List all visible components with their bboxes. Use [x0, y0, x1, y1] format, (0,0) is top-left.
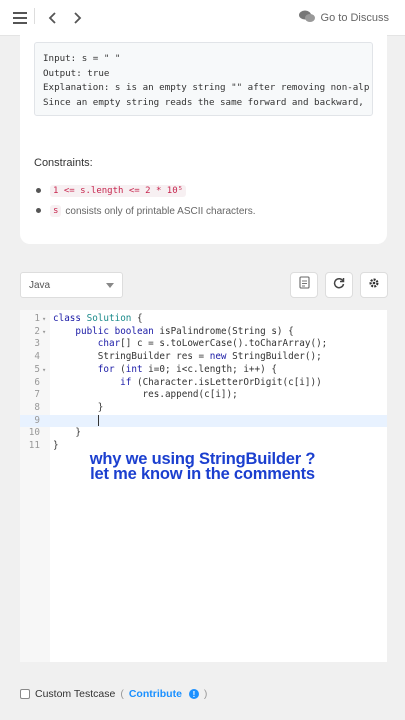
gear-icon [368, 276, 380, 294]
code-line-text: if (Character.isLetterOrDigit(c[i])) [120, 376, 322, 388]
constraint-text: consists only of printable ASCII charact… [65, 205, 256, 217]
reset-code-button[interactable] [325, 272, 353, 298]
constraints-title: Constraints: [34, 157, 93, 169]
go-to-discuss-label: Go to Discuss [320, 12, 389, 24]
code-line[interactable]: 8 } [20, 402, 387, 415]
code-line-text: StringBuilder res = new StringBuilder(); [53, 351, 322, 363]
custom-testcase-label: Custom Testcase [35, 688, 116, 700]
line-number: 9 [34, 414, 40, 426]
code-line-text: class Solution { [53, 313, 143, 324]
constraint-item: s consists only of printable ASCII chara… [36, 201, 256, 221]
fold-toggle-icon[interactable]: ▾ [42, 326, 46, 339]
code-line[interactable]: 7 res.append(c[i]); [20, 389, 387, 402]
problem-description-card: Input: s = " " Output: true Explanation:… [20, 24, 387, 244]
code-line-text: char[] c = s.toLowerCase().toCharArray()… [97, 338, 328, 350]
line-number: 5 [34, 363, 40, 375]
caret-down-icon [106, 283, 114, 288]
code-line[interactable]: 4 StringBuilder res = new StringBuilder(… [20, 351, 387, 364]
code-editor[interactable]: 1 ▾ class Solution {2 ▾ public boolean isPa… [20, 310, 387, 662]
line-number: 7 [34, 389, 40, 401]
document-icon [298, 276, 310, 294]
contribute-link[interactable]: Contribute [129, 688, 182, 700]
code-line-text: } [53, 427, 81, 439]
code-line[interactable]: 10 } [20, 427, 387, 440]
code-line-text [53, 414, 99, 428]
custom-testcase-row: Custom Testcase ( Contribute ! ) [20, 685, 207, 703]
example-line: Since an empty string reads the same for… [43, 96, 364, 108]
text-cursor [97, 414, 99, 426]
line-number: 2 [34, 325, 40, 337]
info-icon[interactable]: ! [188, 689, 199, 699]
code-line[interactable]: 1 ▾ class Solution { [20, 313, 387, 326]
line-number: 8 [34, 401, 40, 413]
refresh-icon [333, 276, 345, 294]
language-select-value: Java [29, 279, 51, 291]
code-line[interactable]: 3 char[] c = s.toLowerCase().toCharArray… [20, 338, 387, 351]
example-line: Input: s = " " [43, 53, 121, 64]
close-paren: ) [203, 688, 208, 700]
open-paren: ( [120, 688, 124, 700]
example-block: Input: s = " " Output: true Explanation:… [34, 42, 373, 116]
custom-testcase-checkbox[interactable] [20, 689, 30, 699]
code-line[interactable]: 2 ▾ public boolean isPalindrome(String s)… [20, 326, 387, 339]
code-line[interactable]: 5 ▾ for (int i=0; i<c.length; i++) { [20, 364, 387, 377]
constraints-list: 1 <= s.length <= 2 * 10⁵ s consists only… [36, 181, 256, 221]
language-select[interactable]: Java [20, 272, 123, 298]
fold-toggle-icon[interactable]: ▾ [42, 313, 46, 326]
code-line[interactable]: 9 [20, 414, 387, 428]
code-line-text: } [53, 401, 104, 413]
constraint-code: s [50, 205, 62, 217]
example-line: Explanation: s is an empty string "" aft… [43, 82, 370, 93]
line-number: 3 [34, 338, 40, 350]
fold-toggle-icon[interactable]: ▾ [42, 364, 46, 377]
code-line[interactable]: 6 if (Character.isLetterOrDigit(c[i])) [20, 377, 387, 390]
code-line-text: for (int i=0; i<c.length; i++) { [97, 363, 277, 375]
line-number: 10 [28, 427, 40, 439]
code-line-text: res.append(c[i]); [53, 389, 238, 401]
example-line: Output: true [43, 67, 110, 79]
notes-button[interactable] [290, 272, 318, 298]
constraint-code: 1 <= s.length <= 2 * 10⁵ [50, 185, 187, 197]
line-number: 6 [34, 376, 40, 388]
settings-button[interactable] [360, 272, 388, 298]
line-number: 4 [34, 351, 40, 363]
code-line-text: public boolean isPalindrome(String s) { [75, 325, 294, 337]
overlay-caption-line-2: let me know in the comments [90, 465, 315, 483]
constraint-item: 1 <= s.length <= 2 * 10⁵ [36, 181, 256, 201]
line-number: 1 [34, 313, 40, 324]
